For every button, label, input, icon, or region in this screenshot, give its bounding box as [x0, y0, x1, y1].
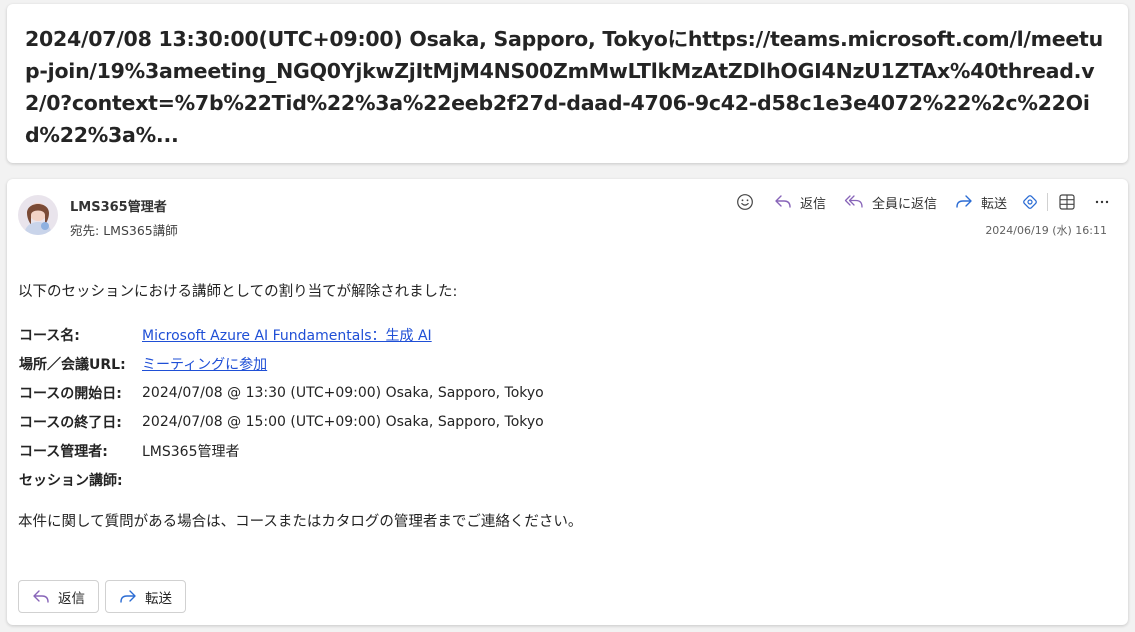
reply-icon — [33, 589, 49, 603]
reply-all-icon — [844, 195, 863, 208]
forward-icon — [120, 589, 136, 603]
reply-all-button[interactable]: 全員に返信 — [844, 193, 937, 212]
end-date-label: コースの終了日: — [19, 414, 122, 431]
to-label: 宛先: — [70, 223, 100, 238]
session-instructor-value — [141, 465, 544, 494]
message-date: 2024/06/19 (水) 16:11 — [985, 224, 1107, 237]
quick-forward-button[interactable]: 転送 — [105, 580, 186, 613]
join-meeting-link[interactable]: ミーティングに参加 — [142, 357, 267, 373]
details-table: コース名: Microsoft Azure AI Fundamentals：生成… — [19, 320, 544, 494]
sender-name[interactable]: LMS365管理者 — [70, 196, 167, 215]
end-date-value: 2024/07/08 @ 15:00 (UTC+09:00) Osaka, Sa… — [142, 413, 544, 430]
message-toolbar: 返信 全員に返信 転送 — [720, 191, 1110, 213]
quick-reply-button[interactable]: 返信 — [18, 580, 99, 613]
table-row: コースの開始日: 2024/07/08 @ 13:30 (UTC+09:00) … — [19, 378, 544, 407]
quick-actions: 返信 転送 — [18, 580, 192, 613]
course-name-link[interactable]: Microsoft Azure AI Fundamentals：生成 AI — [142, 328, 432, 344]
session-instructor-label: セッション講師: — [19, 472, 123, 489]
user-photo-avatar-icon — [18, 195, 58, 235]
table-row: コース名: Microsoft Azure AI Fundamentals：生成… — [19, 320, 544, 349]
quick-reply-label: 返信 — [58, 590, 85, 607]
recipient-name[interactable]: LMS365講師 — [103, 223, 178, 238]
sender-avatar[interactable] — [18, 195, 58, 235]
course-admin-value: LMS365管理者 — [142, 443, 240, 460]
message-body: 以下のセッションにおける講師としての割り当てが解除されました: コース名: Mi… — [18, 282, 1108, 547]
forward-label: 転送 — [980, 196, 1007, 212]
reply-button[interactable]: 返信 — [774, 193, 826, 212]
recipient-line: 宛先: LMS365講師 — [70, 220, 178, 239]
closing-text: 本件に関して質問がある場合は、コースまたはカタログの管理者までご連絡ください。 — [18, 514, 583, 530]
reply-icon — [775, 195, 791, 208]
table-row: セッション講師: — [19, 465, 544, 494]
location-label: 場所／会議URL: — [19, 356, 126, 373]
apps-button[interactable] — [1058, 193, 1076, 211]
forward-button[interactable]: 転送 — [955, 193, 1007, 212]
course-admin-label: コース管理者: — [19, 443, 108, 460]
email-subject: 2024/07/08 13:30:00(UTC+09:00) Osaka, Sa… — [25, 27, 1103, 147]
grid-apps-icon — [1059, 194, 1075, 210]
start-date-label: コースの開始日: — [19, 385, 122, 402]
message-card: LMS365管理者 宛先: LMS365講師 返信 全員に返信 転送 2024/… — [7, 179, 1128, 625]
reply-label: 返信 — [799, 196, 826, 212]
table-row: コースの終了日: 2024/07/08 @ 15:00 (UTC+09:00) … — [19, 407, 544, 436]
table-row: 場所／会議URL: ミーティングに参加 — [19, 349, 544, 378]
toolbar-divider — [1047, 193, 1048, 211]
course-name-label: コース名: — [19, 327, 80, 344]
table-row: コース管理者: LMS365管理者 — [19, 436, 544, 465]
start-date-value: 2024/07/08 @ 13:30 (UTC+09:00) Osaka, Sa… — [142, 384, 544, 401]
subject-card: 2024/07/08 13:30:00(UTC+09:00) Osaka, Sa… — [7, 4, 1128, 163]
smiley-icon — [737, 194, 753, 210]
reaction-button[interactable] — [736, 193, 754, 211]
intro-text: 以下のセッションにおける講師としての割り当てが解除されました: — [18, 284, 458, 300]
loop-diamond-icon — [1023, 195, 1037, 209]
forward-icon — [956, 195, 972, 208]
more-ellipsis-icon — [1095, 200, 1109, 204]
more-actions-button[interactable] — [1094, 194, 1110, 210]
quick-forward-label: 転送 — [145, 590, 172, 607]
teams-share-button[interactable] — [1021, 193, 1039, 211]
reply-all-label: 全員に返信 — [871, 196, 937, 212]
